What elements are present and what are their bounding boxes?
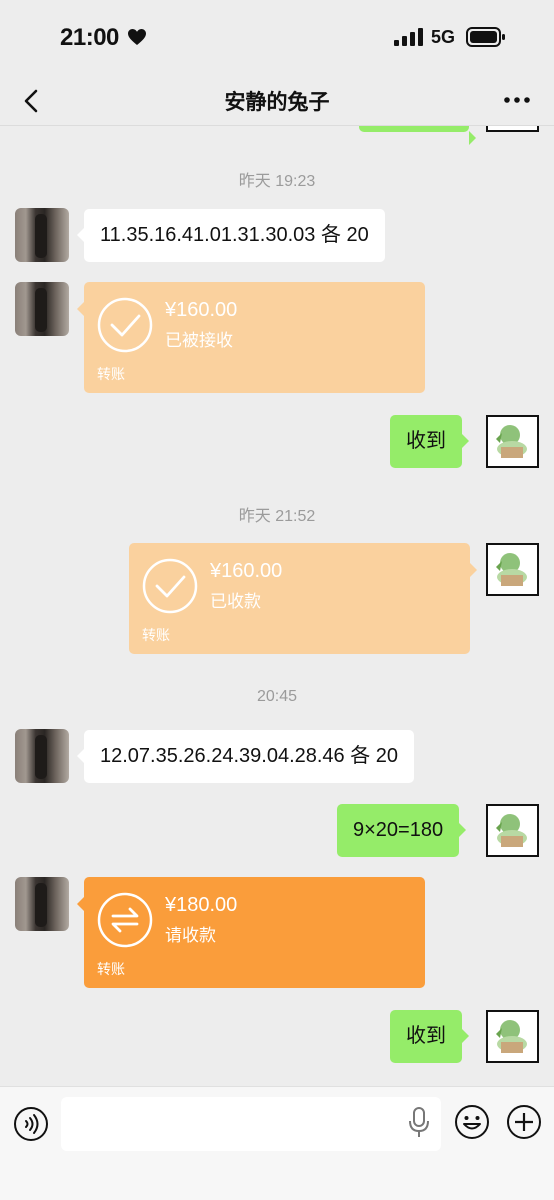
transfer-type: 转账 [142, 627, 170, 643]
message-bubble-sent[interactable]: 收到 [390, 1010, 469, 1063]
transfer-card[interactable]: ¥180.00 请收款 转账 [77, 877, 425, 988]
transfer-status: 已收款 [210, 592, 261, 611]
my-avatar[interactable] [486, 415, 539, 468]
message-bubble-sent[interactable]: 收到 [390, 415, 469, 468]
plus-icon[interactable] [506, 1104, 542, 1140]
avatar-image [496, 814, 527, 847]
timestamp: 昨天 19:23 [238, 173, 316, 190]
voice-icon[interactable] [13, 1106, 49, 1142]
transfer-amount: ¥160.00 [210, 560, 283, 582]
status-time: 21:00 [60, 24, 119, 51]
my-avatar[interactable] [486, 543, 539, 596]
transfer-card[interactable]: ¥160.00 已被接收 转账 [77, 282, 425, 393]
contact-avatar[interactable] [15, 208, 69, 262]
timestamp: 20:45 [256, 688, 298, 705]
transfer-status: 已被接收 [165, 331, 233, 350]
timestamp: 昨天 21:52 [238, 508, 316, 525]
contact-avatar[interactable] [15, 729, 69, 783]
more-icon[interactable] [503, 96, 531, 104]
message-bubble-received[interactable]: 11.35.16.41.01.31.30.03 各 20 [77, 209, 385, 262]
network-type: 5G [431, 27, 456, 47]
status-bar: 21:00 5G [0, 0, 554, 78]
transfer-amount: ¥180.00 [165, 894, 238, 916]
transfer-amount: ¥160.00 [165, 299, 238, 321]
avatar-image [496, 425, 527, 458]
signal-icon [394, 28, 423, 46]
heart-icon [128, 29, 146, 45]
chat-title: 安静的兔子 [224, 91, 330, 114]
input-bar [0, 1086, 554, 1200]
transfer-type: 转账 [97, 366, 125, 382]
message-bubble-sent[interactable]: 9×20=180 [337, 804, 467, 857]
contact-avatar[interactable] [15, 877, 69, 931]
emoji-icon[interactable] [454, 1104, 490, 1140]
mic-icon[interactable] [406, 1106, 432, 1140]
battery-icon [466, 27, 505, 47]
my-avatar[interactable] [486, 804, 539, 857]
message-list[interactable]: 昨天 19:23 11.35.16.41.01.31.30.03 各 20 ¥1… [0, 78, 554, 1086]
transfer-status: 请收款 [165, 926, 216, 945]
contact-avatar[interactable] [15, 282, 69, 336]
transfer-type: 转账 [97, 961, 125, 977]
avatar-image [496, 553, 527, 586]
exchange-arrows-icon [97, 892, 153, 948]
message-bubble-received[interactable]: 12.07.35.26.24.39.04.28.46 各 20 [76, 730, 415, 783]
chat-header: 安静的兔子 [0, 78, 554, 126]
my-avatar[interactable] [486, 1010, 539, 1063]
check-circle-icon [97, 297, 153, 353]
message-input[interactable] [61, 1097, 441, 1151]
transfer-card[interactable]: ¥160.00 已收款 转账 [129, 543, 477, 654]
avatar-image [496, 1020, 527, 1053]
check-circle-icon [142, 558, 198, 614]
